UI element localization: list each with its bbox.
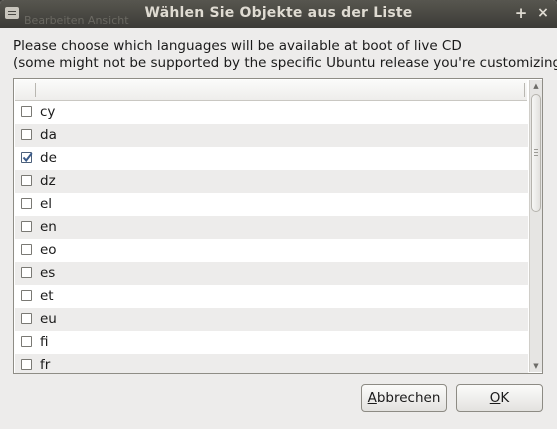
title-bar[interactable]: Bearbeiten Ansicht Wählen Sie Objekte au… <box>0 0 557 28</box>
ok-label: K <box>500 390 510 406</box>
arrow-up-icon[interactable]: ▲ <box>530 80 542 92</box>
list-item[interactable]: fi <box>15 331 528 354</box>
list-item[interactable]: et <box>15 285 528 308</box>
list-item-label: fi <box>40 334 49 350</box>
list-item-label: el <box>40 196 53 212</box>
scrollbar-thumb[interactable] <box>531 94 541 212</box>
cancel-mnemonic: A <box>367 390 377 406</box>
ok-button[interactable]: OK <box>456 384 543 412</box>
checkbox[interactable] <box>21 290 32 301</box>
arrow-down-icon[interactable]: ▼ <box>530 360 542 372</box>
list-item-label: de <box>40 150 57 166</box>
checkbox[interactable] <box>21 221 32 232</box>
checkbox[interactable] <box>21 244 32 255</box>
plus-icon[interactable]: + <box>512 4 530 22</box>
checkbox[interactable] <box>21 267 32 278</box>
list-item[interactable]: eo <box>15 239 528 262</box>
list-item-label: cy <box>40 104 56 120</box>
prompt-line-2: (some might not be supported by the spec… <box>13 55 557 71</box>
window-title: Wählen Sie Objekte aus der Liste <box>144 5 413 21</box>
list-item-label: et <box>40 288 54 304</box>
list-item[interactable]: el <box>15 193 528 216</box>
checkbox[interactable] <box>21 313 32 324</box>
list-item-label: en <box>40 219 57 235</box>
list-item[interactable]: fr <box>15 354 528 373</box>
ok-mnemonic: O <box>489 390 501 406</box>
vertical-scrollbar[interactable]: ▲ ▼ <box>529 80 542 372</box>
checkbox[interactable] <box>21 129 32 140</box>
list-item[interactable]: eu <box>15 308 528 331</box>
dialog-window: Bearbeiten Ansicht Wählen Sie Objekte au… <box>0 0 557 429</box>
list-item-label: dz <box>40 173 56 189</box>
checkbox[interactable] <box>21 336 32 347</box>
checkbox[interactable] <box>21 198 32 209</box>
close-icon[interactable]: × <box>534 4 552 22</box>
column-divider[interactable] <box>35 83 36 97</box>
checkbox-checked[interactable] <box>21 152 33 163</box>
checkbox[interactable] <box>21 106 32 117</box>
list-item[interactable]: da <box>15 124 528 147</box>
list-item[interactable]: dz <box>15 170 528 193</box>
checkmark-icon <box>22 152 33 163</box>
language-list[interactable]: cy da de dz el en eo es et eu fi fr ▲ ▼ <box>13 78 543 374</box>
list-rows: cy da de dz el en eo es et eu fi fr <box>15 101 528 373</box>
list-item[interactable]: es <box>15 262 528 285</box>
cancel-label: bbrechen <box>376 390 441 406</box>
column-end-divider <box>524 83 525 97</box>
list-item-label: fr <box>40 357 51 373</box>
checkbox[interactable] <box>21 175 32 186</box>
list-item-label: es <box>40 265 56 281</box>
list-item[interactable]: cy <box>15 101 528 124</box>
list-item-label: eo <box>40 242 57 258</box>
list-item[interactable]: en <box>15 216 528 239</box>
prompt-line-1: Please choose which languages will be av… <box>13 38 462 54</box>
checkbox[interactable] <box>21 359 32 370</box>
list-column-header[interactable] <box>15 80 527 101</box>
cancel-button[interactable]: Abbrechen <box>361 384 447 412</box>
list-item-label: eu <box>40 311 57 327</box>
list-item[interactable]: de <box>15 147 528 170</box>
list-item-label: da <box>40 127 57 143</box>
prompt-text: Please choose which languages will be av… <box>13 38 557 72</box>
